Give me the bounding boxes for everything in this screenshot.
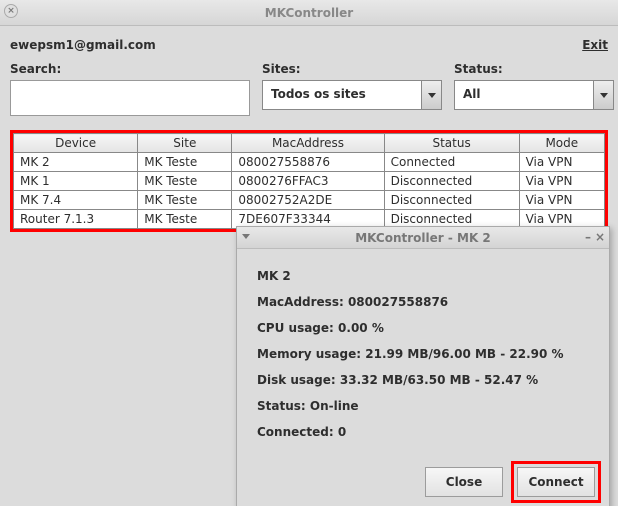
sites-dropdown[interactable]: Todos os sites bbox=[262, 80, 442, 110]
mac-value: 080027558876 bbox=[348, 295, 448, 309]
connect-button[interactable]: Connect bbox=[517, 467, 595, 497]
table-cell: MK 2 bbox=[14, 153, 138, 172]
mac-label: MacAddress: bbox=[257, 295, 344, 309]
memory-value: 21.99 MB/96.00 MB - 22.90 % bbox=[365, 347, 563, 361]
table-cell: Router 7.1.3 bbox=[14, 210, 138, 229]
table-cell: 0800276FFAC3 bbox=[232, 172, 384, 191]
sites-dropdown-value: Todos os sites bbox=[263, 81, 421, 109]
exit-link[interactable]: Exit bbox=[582, 38, 608, 52]
column-header[interactable]: Device bbox=[14, 134, 138, 153]
table-cell: MK Teste bbox=[138, 210, 232, 229]
dialog-title: MKController - MK 2 bbox=[355, 231, 491, 245]
table-row[interactable]: MK 2MK Teste080027558876ConnectedVia VPN bbox=[14, 153, 605, 172]
table-cell: MK Teste bbox=[138, 191, 232, 210]
user-email: ewepsm1@gmail.com bbox=[10, 38, 156, 52]
devices-table: DeviceSiteMacAddressStatusMode MK 2MK Te… bbox=[10, 130, 608, 232]
status-dropdown-value: All bbox=[455, 81, 593, 109]
disk-label: Disk usage: bbox=[257, 373, 336, 387]
cpu-label: CPU usage: bbox=[257, 321, 334, 335]
column-header[interactable]: Status bbox=[384, 134, 519, 153]
dialog-close-button[interactable]: × bbox=[595, 230, 605, 244]
dialog-minimize-button[interactable]: – bbox=[585, 230, 591, 244]
table-cell: 08002752A2DE bbox=[232, 191, 384, 210]
table-row[interactable]: MK 7.4MK Teste08002752A2DEDisconnectedVi… bbox=[14, 191, 605, 210]
status-label: Status: bbox=[257, 399, 306, 413]
connected-value: 0 bbox=[338, 425, 346, 439]
chevron-down-icon bbox=[421, 81, 441, 109]
search-input[interactable] bbox=[10, 80, 250, 116]
table-cell: MK Teste bbox=[138, 153, 232, 172]
status-label: Status: bbox=[454, 62, 614, 76]
device-details-dialog: MKController - MK 2 – × MK 2 MacAddress:… bbox=[236, 226, 610, 506]
status-value: On-line bbox=[310, 399, 359, 413]
connected-label: Connected: bbox=[257, 425, 334, 439]
table-cell: Via VPN bbox=[519, 191, 604, 210]
table-row[interactable]: MK 1MK Teste0800276FFAC3DisconnectedVia … bbox=[14, 172, 605, 191]
dialog-menu-button[interactable] bbox=[241, 230, 251, 244]
table-cell: Disconnected bbox=[384, 191, 519, 210]
window-close-button[interactable]: × bbox=[4, 4, 18, 18]
table-cell: MK 1 bbox=[14, 172, 138, 191]
column-header[interactable]: Site bbox=[138, 134, 232, 153]
status-dropdown[interactable]: All bbox=[454, 80, 614, 110]
table-cell: Connected bbox=[384, 153, 519, 172]
table-cell: MK 7.4 bbox=[14, 191, 138, 210]
dialog-titlebar: MKController - MK 2 – × bbox=[237, 227, 609, 249]
main-window: × MKController ewepsm1@gmail.com Exit Se… bbox=[0, 0, 618, 506]
window-titlebar: × MKController bbox=[0, 0, 618, 26]
window-title: MKController bbox=[265, 6, 353, 20]
table-cell: MK Teste bbox=[138, 172, 232, 191]
sites-label: Sites: bbox=[262, 62, 442, 76]
dialog-device-name: MK 2 bbox=[257, 269, 291, 283]
cpu-value: 0.00 % bbox=[338, 321, 384, 335]
disk-value: 33.32 MB/63.50 MB - 52.47 % bbox=[340, 373, 538, 387]
table-cell: Via VPN bbox=[519, 172, 604, 191]
table-cell: Via VPN bbox=[519, 153, 604, 172]
table-cell: Disconnected bbox=[384, 172, 519, 191]
column-header[interactable]: MacAddress bbox=[232, 134, 384, 153]
close-button[interactable]: Close bbox=[425, 467, 503, 497]
chevron-down-icon bbox=[593, 81, 613, 109]
table-cell: 080027558876 bbox=[232, 153, 384, 172]
memory-label: Memory usage: bbox=[257, 347, 361, 361]
search-label: Search: bbox=[10, 62, 250, 76]
column-header[interactable]: Mode bbox=[519, 134, 604, 153]
